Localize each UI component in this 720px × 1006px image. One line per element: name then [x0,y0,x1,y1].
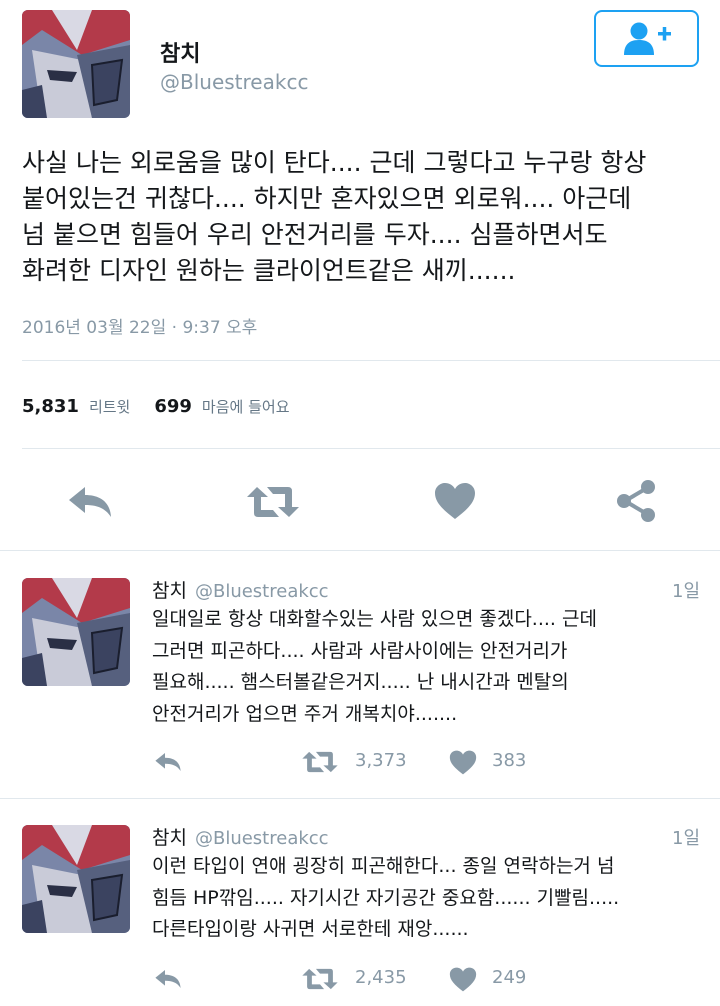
follow-button[interactable] [594,10,699,67]
reply-icon [69,487,111,517]
reply-text-line: 일대일로 항상 대화할수있는 사람 있으면 좋겠다.... 근데 [152,608,597,630]
like-label[interactable]: 마음에 들어요 [202,396,290,417]
share-button[interactable] [612,478,660,524]
heart-icon [449,750,477,774]
reply-header: 참치 @Bluestreakcc [152,823,329,850]
reply-text: 이런 타입이 연애 굉장히 피곤해한다... 종일 연락하는거 넘 힘듬 HP깎… [152,851,672,946]
retweet-label[interactable]: 리트윗 [89,396,130,417]
reply-icon [155,753,181,771]
reply-button[interactable] [150,748,186,776]
tweet-timestamp: 2016년 03월 22일 · 9:37 오후 [22,318,258,338]
reply-user-name[interactable]: 참치 [152,827,187,849]
reply-text-line: 안전거리가 업으면 주거 개복치야....... [152,702,458,725]
reply-header: 참치 @Bluestreakcc [152,576,329,603]
tweet-stats: 5,831 리트윗 699 마음에 들어요 [22,396,314,417]
user-handle[interactable]: @Bluestreakcc [160,70,308,94]
tweet-text: 사실 나는 외로움을 많이 탄다.... 근데 그렇다고 누구랑 항상 붙어있는… [22,145,702,289]
reply-text-line: 그러면 피곤하다.... 사람과 사람사이에는 안전거리가 [152,639,568,662]
retweet-icon [247,487,299,517]
reply-user-handle[interactable]: @Bluestreakcc [195,828,329,849]
reply-user-handle[interactable]: @Bluestreakcc [195,581,329,602]
retweet-button[interactable] [298,748,342,776]
retweet-button[interactable] [298,965,342,993]
retweet-button[interactable] [244,480,302,524]
like-button[interactable] [447,965,479,993]
reply-avatar[interactable] [22,825,130,933]
avatar[interactable] [22,10,130,118]
reply-text-line: 필요해..... 햄스터볼같은거지..... 난 내시간과 멘탈의 [152,671,569,693]
divider [0,798,720,799]
tweet-text-line: 넘 붙으면 힘들어 우리 안전거리를 두자.... 심플하면서도 [22,220,608,249]
reply-button[interactable] [150,965,186,993]
retweet-icon [302,751,338,773]
reply-retweet-count: 3,373 [355,750,407,771]
reply-icon [155,970,181,988]
user-name[interactable]: 참치 [160,36,200,68]
reply-text-line: 힘듬 HP깎임..... 자기시간 자기공간 중요함...... 기빨림....… [152,886,620,909]
heart-icon [449,967,477,991]
divider [22,448,720,449]
share-icon [617,480,655,522]
avatar-image [22,825,130,933]
avatar-image [22,10,130,118]
divider [0,550,720,551]
heart-icon [435,483,475,519]
like-button[interactable] [447,748,479,776]
retweet-count[interactable]: 5,831 [22,396,79,417]
reply-text-line: 다른타입이랑 사귀면 서로한테 재앙...... [152,918,469,940]
tweet-text-line: 화려한 디자인 원하는 클라이언트같은 새끼...... [22,256,516,285]
divider [22,360,720,361]
like-count[interactable]: 699 [154,396,192,417]
reply-like-count: 249 [492,967,527,988]
reply-avatar[interactable] [22,578,130,686]
reply-button[interactable] [62,480,118,524]
add-user-icon [623,22,671,55]
reply-text-line: 이런 타입이 연애 굉장히 피곤해한다... 종일 연락하는거 넘 [152,855,615,877]
reply-time: 1일 [672,581,701,602]
retweet-icon [302,968,338,990]
reply-time: 1일 [672,828,701,849]
reply-text: 일대일로 항상 대화할수있는 사람 있으면 좋겠다.... 근데 그러면 피곤하… [152,604,672,730]
tweet-text-line: 사실 나는 외로움을 많이 탄다.... 근데 그렇다고 누구랑 항상 [22,148,647,177]
reply-like-count: 383 [492,750,527,771]
like-button[interactable] [430,478,480,524]
reply-retweet-count: 2,435 [355,967,407,988]
tweet-text-line: 붙어있는건 귀찮다.... 하지만 혼자있으면 외로워.... 아근데 [22,184,632,213]
reply-user-name[interactable]: 참치 [152,580,187,602]
avatar-image [22,578,130,686]
